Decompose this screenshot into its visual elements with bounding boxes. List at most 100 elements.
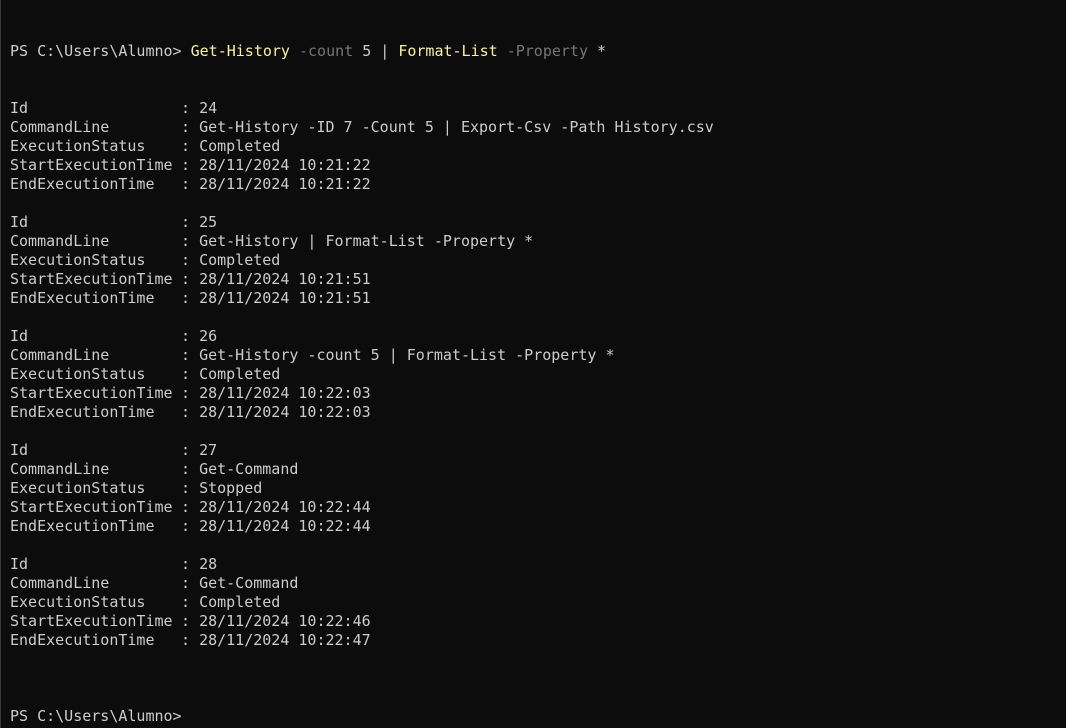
record-field-end: EndExecutionTime: 28/11/2024 10:22:03 (10, 403, 371, 422)
field-separator: : (181, 327, 200, 345)
field-label: EndExecutionTime (10, 517, 155, 535)
field-value: 28/11/2024 10:22:03 (199, 384, 371, 402)
field-separator: : (181, 270, 200, 288)
record-field-status: ExecutionStatus: Completed (10, 251, 280, 270)
field-separator: : (181, 612, 200, 630)
field-separator: : (181, 498, 200, 516)
field-value: 28/11/2024 10:22:44 (199, 517, 371, 535)
field-value: Completed (199, 593, 281, 611)
field-separator: : (181, 137, 200, 155)
record-field-id: Id: 27 (10, 441, 217, 460)
record-field-start: StartExecutionTime: 28/11/2024 10:22:44 (10, 498, 371, 517)
record-field-id: Id: 24 (10, 99, 217, 118)
field-label: ExecutionStatus (10, 365, 146, 383)
field-label: CommandLine (10, 232, 110, 250)
field-label: Id (10, 327, 29, 345)
record-field-id: Id: 25 (10, 213, 217, 232)
record-field-commandline: CommandLine: Get-History -ID 7 -Count 5 … (10, 118, 714, 137)
field-value: 28/11/2024 10:21:22 (199, 175, 371, 193)
field-value: Stopped (199, 479, 263, 497)
field-separator: : (181, 517, 200, 535)
record-field-commandline: CommandLine: Get-Command (10, 460, 298, 479)
field-label: ExecutionStatus (10, 593, 146, 611)
field-separator: : (181, 384, 200, 402)
field-label: StartExecutionTime (10, 156, 173, 174)
field-label: CommandLine (10, 118, 110, 136)
record-field-end: EndExecutionTime: 28/11/2024 10:21:22 (10, 175, 371, 194)
field-label: Id (10, 213, 29, 231)
field-value: Get-History -ID 7 -Count 5 | Export-Csv … (199, 118, 714, 136)
field-label: CommandLine (10, 574, 110, 592)
field-label: StartExecutionTime (10, 498, 173, 516)
field-label: EndExecutionTime (10, 175, 155, 193)
field-separator: : (181, 118, 200, 136)
field-value: 24 (199, 99, 218, 117)
field-value: 28 (199, 555, 218, 573)
field-separator: : (181, 365, 200, 383)
field-separator: : (181, 574, 200, 592)
field-value: Completed (199, 365, 281, 383)
param-property-value: * (588, 42, 607, 60)
field-value: Get-History | Format-List -Property * (199, 232, 534, 250)
field-separator: : (181, 346, 200, 364)
field-label: Id (10, 555, 29, 573)
field-value: Get-History -count 5 | Format-List -Prop… (199, 346, 615, 364)
field-separator: : (181, 251, 200, 269)
field-label: StartExecutionTime (10, 384, 173, 402)
prompt-prefix: PS C:\Users\Alumno> (10, 42, 191, 60)
field-value: Completed (199, 137, 281, 155)
field-separator: : (181, 631, 200, 649)
field-value: 28/11/2024 10:22:03 (199, 403, 371, 421)
field-label: ExecutionStatus (10, 479, 146, 497)
command-format-list: Format-List (389, 42, 498, 60)
param-count: -count (289, 42, 354, 60)
field-separator: : (181, 232, 200, 250)
field-label: Id (10, 441, 29, 459)
param-property: -Property (497, 42, 588, 60)
field-separator: : (181, 289, 200, 307)
field-separator: : (181, 156, 200, 174)
field-label: StartExecutionTime (10, 270, 173, 288)
record-field-status: ExecutionStatus: Completed (10, 593, 280, 612)
terminal-window[interactable]: PS C:\Users\Alumno> Get-History -count 5… (0, 0, 1066, 728)
field-value: 27 (199, 441, 218, 459)
prompt-line-1: PS C:\Users\Alumno> Get-History -count 5… (10, 42, 606, 61)
record-field-start: StartExecutionTime: 28/11/2024 10:22:03 (10, 384, 371, 403)
field-separator: : (181, 555, 200, 573)
record-field-status: ExecutionStatus: Completed (10, 365, 280, 384)
prompt-line-2[interactable]: PS C:\Users\Alumno> (10, 707, 191, 726)
record-field-end: EndExecutionTime: 28/11/2024 10:22:47 (10, 631, 371, 650)
field-value: 28/11/2024 10:21:51 (199, 270, 371, 288)
field-label: ExecutionStatus (10, 251, 146, 269)
field-separator: : (181, 441, 200, 459)
command-get-history: Get-History (190, 42, 290, 60)
field-separator: : (181, 99, 200, 117)
field-label: EndExecutionTime (10, 631, 155, 649)
field-value: 28/11/2024 10:21:22 (199, 156, 371, 174)
field-value: Get-Command (199, 574, 299, 592)
field-value: 28/11/2024 10:22:47 (199, 631, 371, 649)
field-value: 28/11/2024 10:22:44 (199, 498, 371, 516)
field-separator: : (181, 213, 200, 231)
field-separator: : (181, 479, 200, 497)
record-field-id: Id: 28 (10, 555, 217, 574)
record-field-commandline: CommandLine: Get-History -count 5 | Form… (10, 346, 614, 365)
prompt-prefix: PS C:\Users\Alumno> (10, 707, 191, 725)
field-label: StartExecutionTime (10, 612, 173, 630)
record-field-status: ExecutionStatus: Completed (10, 137, 280, 156)
field-value: 26 (199, 327, 218, 345)
field-label: CommandLine (10, 346, 110, 364)
field-label: ExecutionStatus (10, 137, 146, 155)
field-separator: : (181, 403, 200, 421)
field-value: Completed (199, 251, 281, 269)
field-label: Id (10, 99, 29, 117)
field-separator: : (181, 593, 200, 611)
record-field-commandline: CommandLine: Get-Command (10, 574, 298, 593)
param-count-value: 5 (353, 42, 381, 60)
record-field-start: StartExecutionTime: 28/11/2024 10:21:51 (10, 270, 371, 289)
record-field-start: StartExecutionTime: 28/11/2024 10:22:46 (10, 612, 371, 631)
record-field-id: Id: 26 (10, 327, 217, 346)
field-value: Get-Command (199, 460, 299, 478)
field-label: EndExecutionTime (10, 289, 155, 307)
field-separator: : (181, 460, 200, 478)
